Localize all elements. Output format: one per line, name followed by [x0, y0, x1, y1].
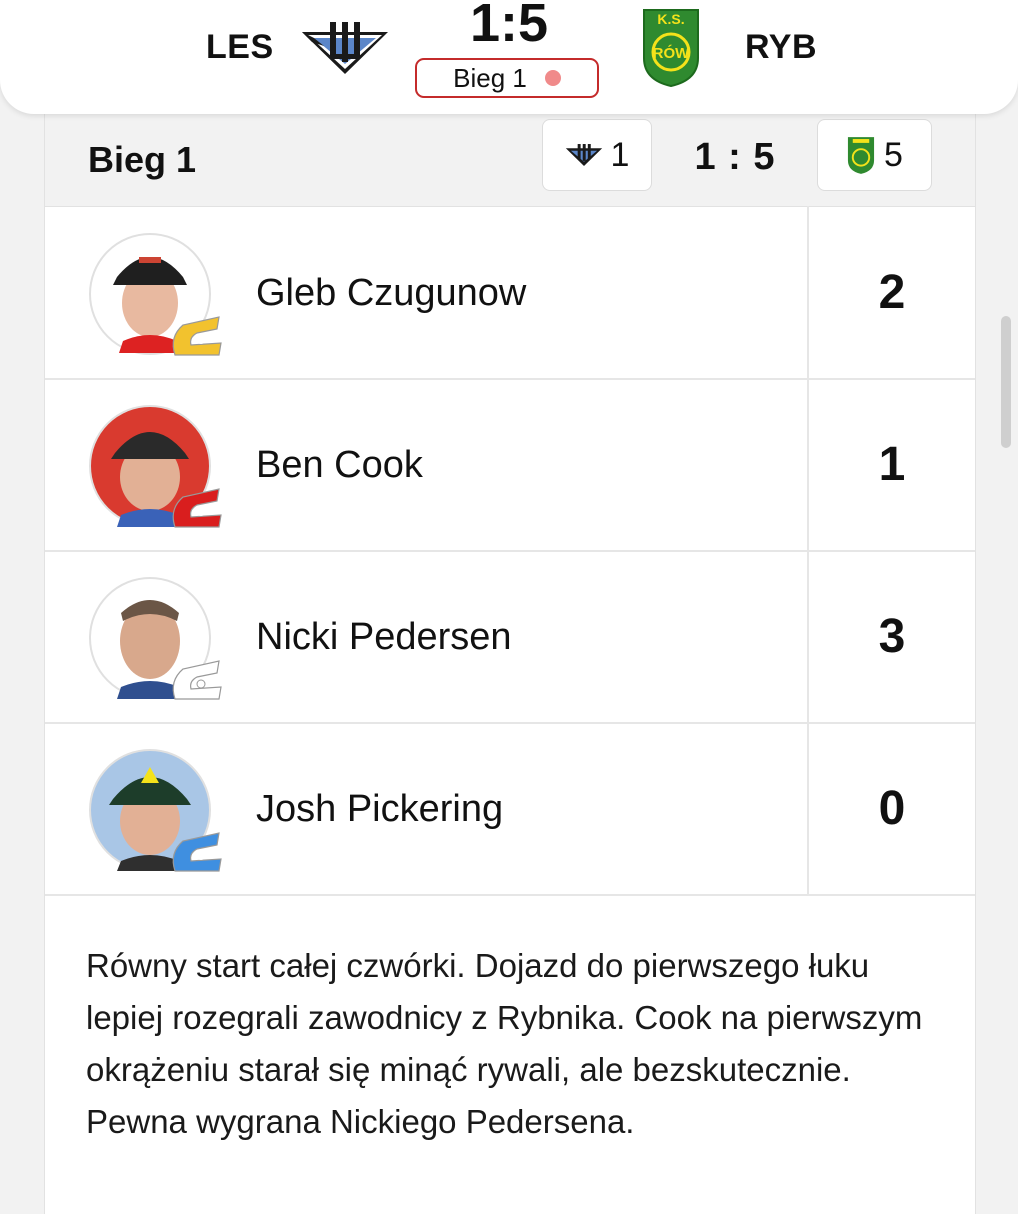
current-heat-label: Bieg 1: [453, 62, 527, 93]
home-heat-points-box: 1: [542, 119, 652, 191]
rider-row[interactable]: Ben Cook 1: [45, 378, 975, 552]
helmet-color-icon: [172, 488, 222, 528]
heat-commentary: Równy start całej czwórki. Dojazd do pie…: [86, 947, 923, 1140]
heat-header: Bieg 1 1 1 : 5 5: [45, 114, 975, 207]
svg-text:K.S.: K.S.: [657, 11, 684, 27]
away-team-abbr: RYB: [745, 28, 818, 66]
rider-row[interactable]: Gleb Czugunow 2: [45, 206, 975, 380]
live-indicator-icon: [544, 70, 561, 86]
rider-name: Ben Cook: [256, 444, 423, 486]
home-heat-points: 1: [610, 135, 630, 174]
rider-name: Nicki Pedersen: [256, 616, 512, 658]
rider-name: Gleb Czugunow: [256, 272, 527, 314]
away-team-logo: K.S. RÓW: [643, 9, 699, 88]
home-team-abbr: LES: [206, 28, 274, 66]
home-team-logo: [302, 22, 388, 74]
rider-points: 0: [878, 782, 906, 835]
away-team-mini-logo: [847, 137, 875, 174]
rider-points: 1: [878, 438, 906, 491]
match-score: 1:5: [469, 0, 549, 53]
rider-points: 3: [878, 610, 906, 663]
away-heat-points: 5: [884, 135, 903, 174]
home-team-mini-logo: [565, 144, 602, 166]
svg-text:RÓW: RÓW: [653, 44, 691, 62]
rider-row[interactable]: Nicki Pedersen 3: [45, 550, 975, 724]
rider-row[interactable]: Josh Pickering 0: [45, 722, 975, 896]
helmet-color-icon: [172, 316, 222, 356]
rider-name: Josh Pickering: [256, 788, 504, 830]
heat-card: Bieg 1 1 1 : 5 5 Gleb Czugunow 2 Ben Coo…: [44, 114, 976, 1214]
heat-score: 1 : 5: [694, 136, 776, 178]
rider-points: 2: [878, 266, 906, 319]
away-heat-points-box: 5: [817, 119, 932, 191]
helmet-color-icon: [172, 832, 222, 872]
match-header: LES 1:5 Bieg 1 K.S. RÓW RYB: [0, 0, 1018, 114]
scrollbar-thumb[interactable]: [1001, 316, 1011, 448]
current-heat-badge[interactable]: Bieg 1: [415, 58, 599, 98]
helmet-color-icon: [172, 660, 222, 700]
heat-title: Bieg 1: [88, 139, 197, 180]
